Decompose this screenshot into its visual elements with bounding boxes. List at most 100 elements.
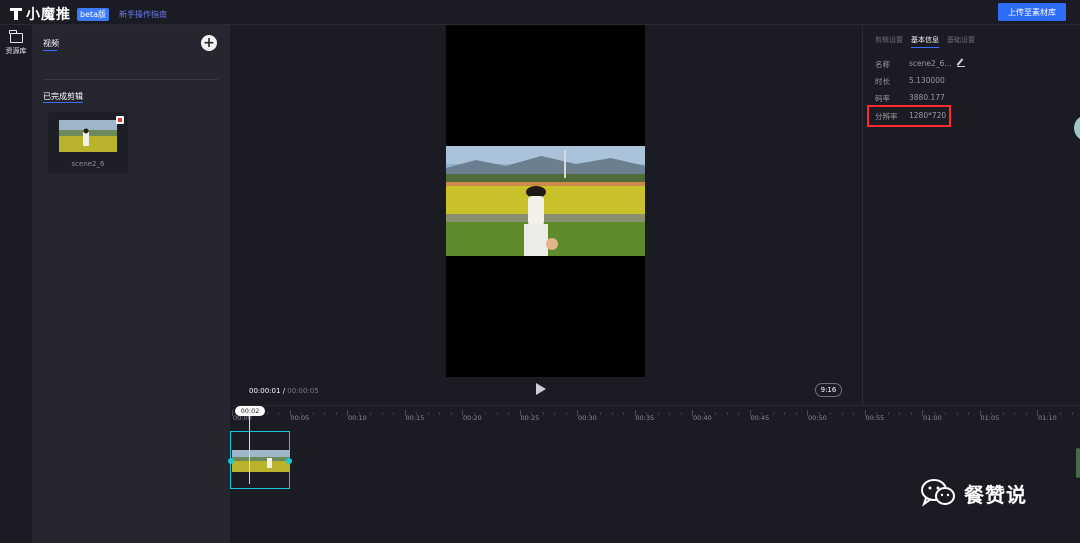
- ruler-tick-label: 01:10: [1038, 414, 1057, 422]
- upload-to-library-button[interactable]: 上传至素材库: [998, 3, 1066, 21]
- timeline-clip[interactable]: [228, 431, 292, 489]
- ruler-minor-tick: [266, 412, 268, 415]
- tab-video[interactable]: 视频: [43, 38, 59, 49]
- play-icon[interactable]: [536, 383, 546, 395]
- ruler-minor-tick: [278, 412, 279, 415]
- ruler-tick-label: 01:05: [980, 414, 1000, 422]
- ruler-minor-tick: [1071, 412, 1073, 415]
- ruler-minor-tick: [1002, 412, 1004, 415]
- ruler-minor-tick: [968, 412, 969, 415]
- ruler-minor-tick: [1060, 412, 1061, 415]
- watermark-text: 餐赞说: [964, 482, 1027, 507]
- logo-icon: [10, 7, 22, 21]
- wechat-icon: [920, 478, 956, 508]
- aspect-ratio-button[interactable]: 9:16: [815, 383, 842, 397]
- watermark: 餐赞说: [920, 478, 1027, 508]
- app-logo[interactable]: 小魔推 beta版 新手操作指南: [10, 4, 167, 24]
- highlight-box: [867, 105, 951, 127]
- tab-basic-settings[interactable]: 基础设置: [947, 35, 975, 48]
- ruler-minor-tick: [657, 412, 659, 415]
- ruler-minor-tick: [830, 412, 831, 415]
- clip-thumbnail: [59, 120, 117, 152]
- prop-row-name: 名称 scene2_6...: [875, 59, 966, 70]
- playhead-label[interactable]: 00:02: [235, 406, 265, 416]
- asset-panel: 视频 + 已完成剪辑 scene2_6: [32, 25, 230, 543]
- ruler-minor-tick: [611, 412, 613, 415]
- ruler-minor-tick: [1014, 412, 1015, 415]
- video-canvas[interactable]: [446, 25, 645, 377]
- ruler-tick-label: 00:15: [405, 414, 425, 422]
- playback-time: 00:00:01 / 00:00:05: [249, 387, 319, 395]
- ruler-minor-tick: [853, 412, 854, 415]
- ruler-minor-tick: [393, 412, 394, 415]
- ruler-minor-tick: [588, 412, 590, 415]
- timeline-clip-thumbnail: [232, 450, 290, 472]
- ruler-minor-tick: [416, 412, 417, 415]
- ruler-tick-label: 00:30: [578, 414, 597, 422]
- delete-clip-icon[interactable]: [116, 116, 124, 124]
- ruler-minor-tick: [945, 412, 946, 415]
- ruler-minor-tick: [795, 412, 797, 415]
- ruler-minor-tick: [899, 412, 900, 415]
- side-panel-handle[interactable]: [1074, 115, 1080, 141]
- ruler-minor-tick: [784, 412, 785, 415]
- ruler-tick-label: 00:45: [750, 414, 770, 422]
- ruler-minor-tick: [324, 412, 325, 415]
- ruler-minor-tick: [381, 412, 383, 415]
- prop-value: 3880.177: [909, 93, 945, 102]
- top-bar: 小魔推 beta版 新手操作指南 上传至素材库: [0, 0, 1080, 25]
- video-frame: [446, 146, 645, 256]
- section-indicator: [43, 102, 83, 103]
- prop-row-bitrate: 码率 3880.177: [875, 93, 945, 104]
- ruler-minor-tick: [473, 412, 475, 415]
- ruler-minor-tick: [772, 412, 774, 415]
- playhead-line[interactable]: [249, 416, 250, 484]
- ruler-minor-tick: [669, 412, 670, 415]
- ruler-tick-label: 01:00: [923, 414, 942, 422]
- edit-icon[interactable]: [957, 59, 966, 67]
- ruler-minor-tick: [646, 412, 647, 415]
- ruler-minor-tick: [1048, 412, 1050, 415]
- ruler-tick-label: 00:10: [348, 414, 367, 422]
- timeline-scrollbar[interactable]: [1076, 448, 1080, 478]
- nav-item-label: 资源库: [5, 47, 27, 55]
- ruler-minor-tick: [761, 412, 762, 415]
- ruler-minor-tick: [818, 412, 820, 415]
- logo-text: 小魔推: [26, 7, 71, 23]
- prop-label: 名称: [875, 60, 890, 69]
- ruler-minor-tick: [301, 412, 302, 415]
- properties-tabs: 剪辑设置 基本信息 基础设置: [875, 35, 975, 48]
- timeline-ruler[interactable]: 00:00 00:05 00:10 00:15 00:20 00:25 00:30 00:35…: [230, 406, 1080, 426]
- prop-value: 5.130000: [909, 76, 945, 85]
- guide-link[interactable]: 新手操作指南: [119, 9, 167, 20]
- trim-handle-left[interactable]: [228, 458, 234, 464]
- timeline: 00:00 00:05 00:10 00:15 00:20 00:25 00:30 00:35…: [228, 405, 1080, 543]
- tab-edit-settings[interactable]: 剪辑设置: [875, 35, 903, 48]
- ruler-minor-tick: [600, 412, 601, 415]
- add-asset-button[interactable]: +: [201, 35, 217, 51]
- ruler-tick-label: 00:20: [463, 414, 482, 422]
- ruler-minor-tick: [887, 412, 889, 415]
- trim-handle-right[interactable]: [286, 458, 292, 464]
- total-time: 00:00:05: [287, 387, 319, 395]
- ruler-minor-tick: [876, 412, 877, 415]
- tab-basic-info[interactable]: 基本信息: [911, 35, 939, 48]
- prop-value: scene2_6...: [909, 59, 952, 68]
- clip-card[interactable]: scene2_6: [48, 112, 128, 173]
- ruler-minor-tick: [358, 412, 360, 415]
- ruler-tick-label: 00:05: [290, 414, 310, 422]
- ruler-minor-tick: [956, 412, 958, 415]
- ruler-minor-tick: [680, 412, 682, 415]
- ruler-tick-label: 00:50: [808, 414, 827, 422]
- ruler-tick-label: 00:25: [520, 414, 540, 422]
- nav-item-library[interactable]: 资源库: [0, 30, 32, 56]
- left-nav: 资源库: [0, 25, 32, 543]
- clip-name: scene2_6: [71, 160, 105, 168]
- ruler-minor-tick: [335, 412, 337, 415]
- tab-indicator: [43, 50, 57, 51]
- beta-badge: beta版: [77, 7, 110, 21]
- ruler-minor-tick: [623, 412, 624, 415]
- ruler-minor-tick: [715, 412, 716, 415]
- ruler-minor-tick: [370, 412, 371, 415]
- ruler-minor-tick: [439, 412, 440, 415]
